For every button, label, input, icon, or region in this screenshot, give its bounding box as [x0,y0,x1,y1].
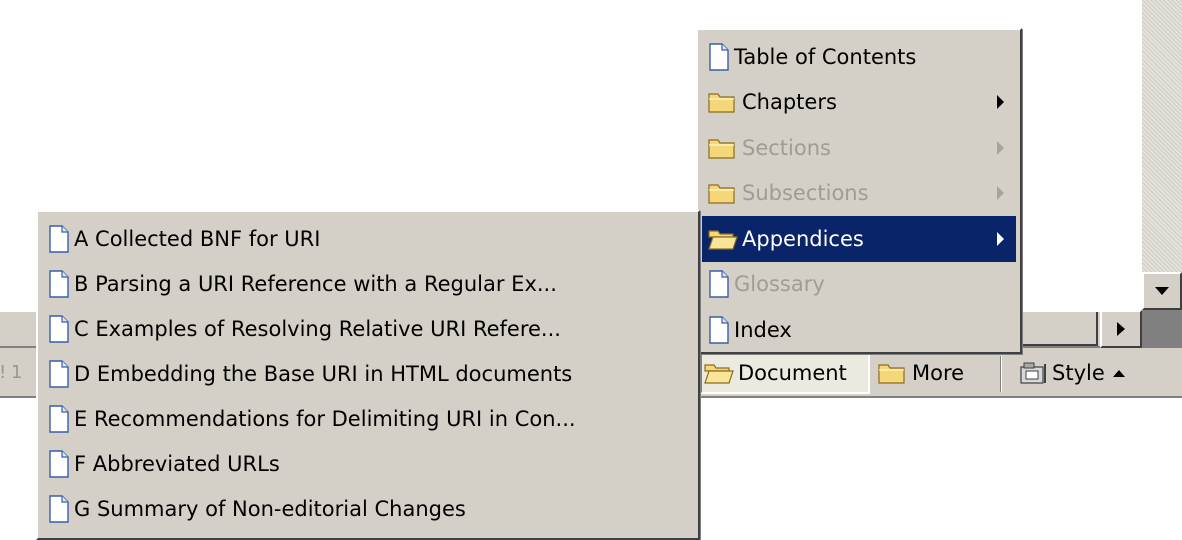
folder-icon [708,181,738,205]
menu-item-table-of-contents[interactable]: Table of Contents [702,34,1016,80]
arrow-down-icon [1155,287,1169,295]
page-icon [708,270,730,298]
submenu-item-label: D Embedding the Base URI in HTML documen… [74,361,573,386]
submenu-arrow-icon [997,140,1004,155]
menu-item-sections[interactable]: Sections [702,125,1016,171]
page-icon [48,404,70,433]
menu-item-label: Chapters [742,90,837,115]
document-button[interactable]: Document [700,352,870,394]
menu-item-appendices[interactable]: Appendices [702,216,1016,262]
scrollbar-corner [1142,310,1182,348]
menu-item-label: Glossary [734,272,825,297]
folder-icon [708,90,738,114]
submenu-item-appendix-e[interactable]: E Recommendations for Delimiting URI in … [42,396,694,441]
folder-open-icon [704,361,734,385]
more-button[interactable]: More [878,352,988,394]
document-button-label: Document [738,361,847,385]
style-button[interactable]: Style [1018,352,1178,394]
style-icon [1018,360,1048,386]
menu-item-label: Sections [742,135,831,160]
menu-item-label: Subsections [742,181,869,206]
page-icon [48,359,70,388]
submenu-item-appendix-f[interactable]: F Abbreviated URLs [42,441,694,486]
page-icon [48,314,70,343]
submenu-arrow-icon [997,186,1004,201]
appendices-submenu: A Collected BNF for URI B Parsing a URI … [36,210,700,540]
submenu-arrow-icon [997,231,1004,246]
document-menu: Table of Contents Chapters Sections Subs… [696,28,1022,354]
toolbar-separator [1000,356,1002,392]
menu-item-glossary[interactable]: Glossary [702,262,1016,308]
menu-item-label: Index [734,317,792,342]
submenu-item-label: C Examples of Resolving Relative URI Ref… [74,316,561,341]
folder-open-icon [708,227,738,251]
folder-icon [878,361,908,385]
page-icon [48,224,70,253]
scroll-right-button[interactable] [1100,310,1142,348]
vertical-scrollbar-track[interactable] [1142,0,1182,310]
horizontal-scrollbar-thumb[interactable] [1020,312,1098,346]
menu-item-chapters[interactable]: Chapters [702,80,1016,126]
menu-item-label: Appendices [742,226,864,251]
page-icon [708,316,730,344]
submenu-item-label: E Recommendations for Delimiting URI in … [74,406,576,431]
folder-icon [708,136,738,160]
submenu-item-appendix-g[interactable]: G Summary of Non-editorial Changes [42,486,694,531]
submenu-item-label: F Abbreviated URLs [74,451,280,476]
page-icon [48,494,70,523]
submenu-item-appendix-a[interactable]: A Collected BNF for URI [42,216,694,261]
submenu-item-label: G Summary of Non-editorial Changes [74,496,466,521]
page-icon [48,269,70,298]
menu-item-label: Table of Contents [734,44,917,69]
submenu-item-appendix-b[interactable]: B Parsing a URI Reference with a Regular… [42,261,694,306]
submenu-item-label: B Parsing a URI Reference with a Regular… [74,271,557,296]
scroll-down-button[interactable] [1142,272,1182,310]
menu-item-index[interactable]: Index [702,307,1016,353]
arrow-right-icon [1117,322,1125,336]
menu-item-subsections[interactable]: Subsections [702,171,1016,217]
submenu-item-label: A Collected BNF for URI [74,226,321,251]
page-icon [48,449,70,478]
more-button-label: More [912,361,965,385]
style-button-label: Style [1052,361,1105,385]
status-text: ǃ 1 [0,362,23,383]
caret-up-icon [1112,369,1125,377]
submenu-arrow-icon [997,95,1004,110]
submenu-item-appendix-c[interactable]: C Examples of Resolving Relative URI Ref… [42,306,694,351]
submenu-item-appendix-d[interactable]: D Embedding the Base URI in HTML documen… [42,351,694,396]
page-icon [708,43,730,71]
